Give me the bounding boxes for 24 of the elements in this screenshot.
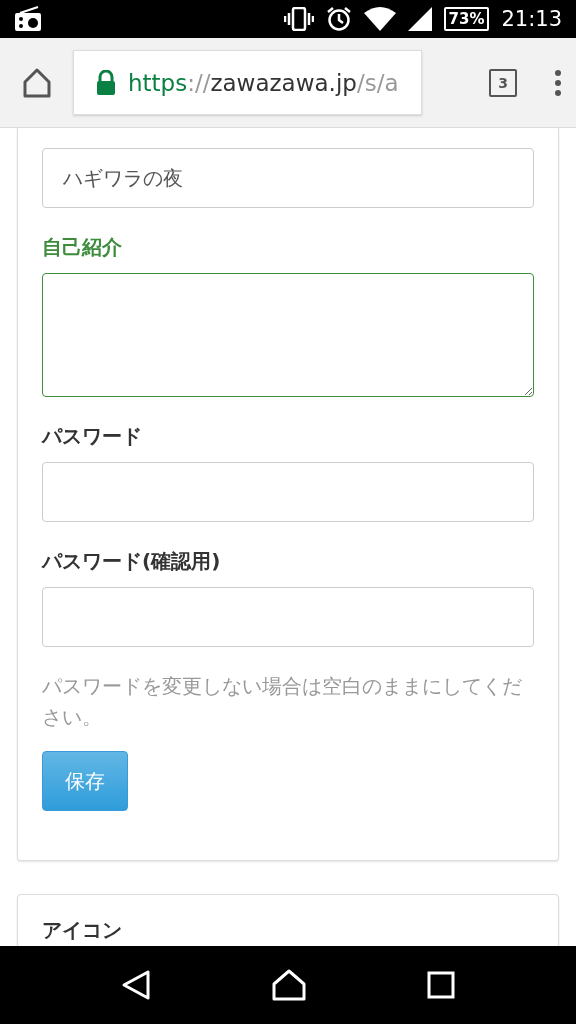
input-field[interactable]	[42, 462, 534, 522]
home-icon[interactable]	[272, 969, 306, 1001]
back-icon[interactable]	[120, 969, 151, 1001]
field-label: 自己紹介	[42, 234, 123, 261]
address-bar[interactable]: https://zawazawa.jp/s/a	[73, 50, 422, 115]
battery-indicator: 73%	[443, 7, 490, 31]
menu-icon[interactable]	[554, 68, 562, 97]
text-area[interactable]	[42, 273, 534, 397]
radio-icon	[14, 6, 42, 32]
input-field[interactable]	[42, 587, 534, 647]
vibrate-icon	[283, 7, 314, 31]
url-text: https://zawazawa.jp/s/a	[128, 69, 399, 96]
signal-icon	[407, 7, 432, 31]
input-field[interactable]: ハギワラの夜	[42, 148, 534, 208]
lock-icon	[96, 69, 116, 96]
help-text: パスワードを変更しない場合は空白のままにしてください。	[42, 673, 523, 731]
alarm-icon	[325, 6, 352, 32]
section-title: アイコン	[42, 917, 123, 944]
wifi-icon	[363, 7, 396, 31]
tab-count[interactable]: 3	[489, 68, 517, 97]
field-label: パスワード	[42, 423, 143, 450]
field-label: パスワード(確認用)	[42, 548, 222, 575]
clock: 21:13	[501, 7, 562, 31]
recents-icon[interactable]	[427, 971, 456, 999]
